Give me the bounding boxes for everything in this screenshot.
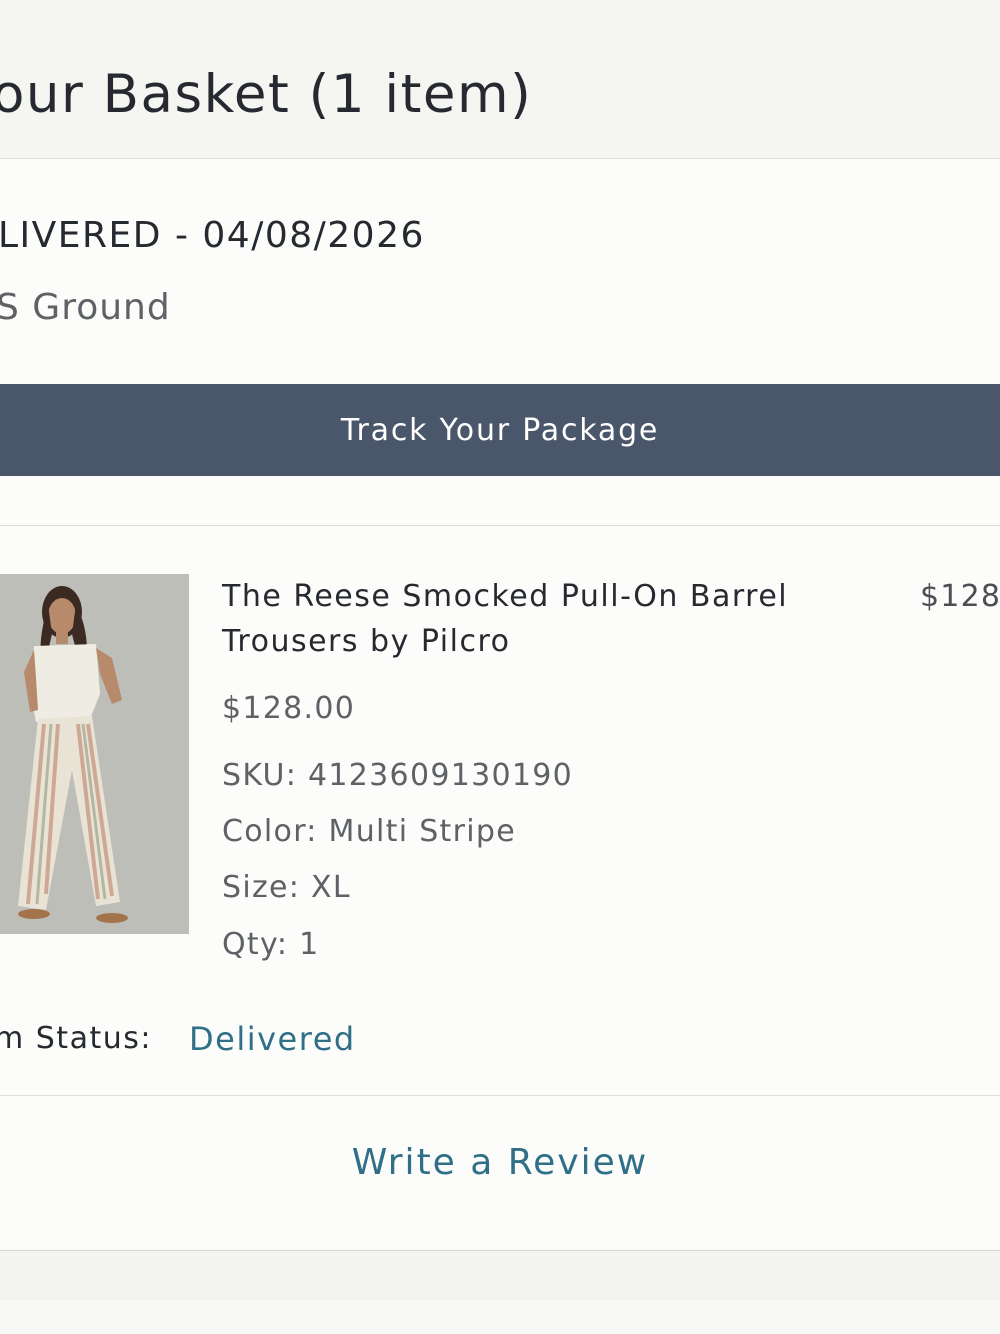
track-package-button[interactable]: Track Your Package: [0, 384, 1000, 476]
size: Size: XL: [222, 870, 351, 905]
sku: SKU: 4123609130190: [222, 758, 574, 793]
footer-strip: [0, 1300, 1000, 1334]
write-review-link[interactable]: Write a Review: [0, 1139, 1000, 1187]
order-card: LIVERED - 04/08/2026 S Ground Track Your…: [0, 159, 1000, 1249]
divider: [0, 525, 1000, 526]
item-status-label: m Status:: [0, 1021, 152, 1056]
page-title: our Basket (1 item): [0, 64, 533, 125]
page-footer: [0, 1250, 1000, 1334]
product-image[interactable]: [0, 574, 189, 934]
color: Color: Multi Stripe: [222, 814, 516, 849]
delivery-status: LIVERED - 04/08/2026: [0, 215, 425, 256]
shipping-method: S Ground: [0, 287, 171, 328]
item-status-value: Delivered: [189, 1020, 356, 1058]
product-photo-icon: [0, 574, 189, 934]
divider: [0, 1095, 1000, 1096]
quantity: Qty: 1: [222, 927, 320, 962]
unit-price: $128.00: [222, 691, 356, 726]
line-price: $128: [920, 579, 1000, 614]
product-title[interactable]: The Reese Smocked Pull-On Barrel Trouser…: [222, 574, 862, 664]
page-header: our Basket (1 item): [0, 0, 1000, 159]
